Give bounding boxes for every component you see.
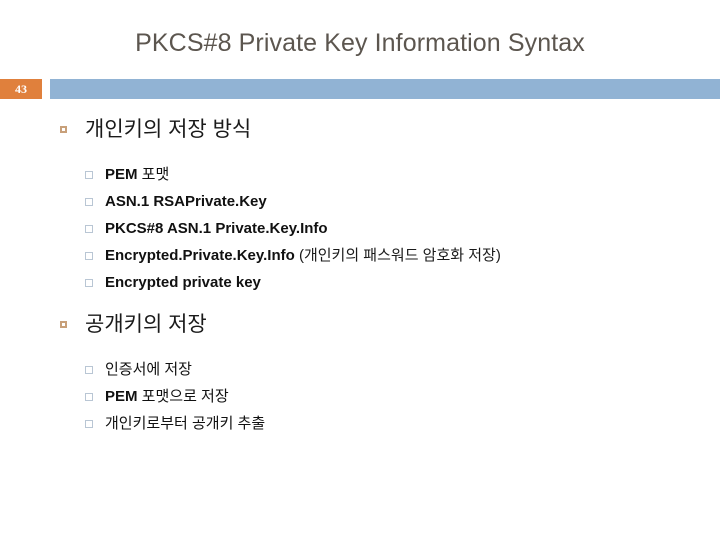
list-item-bold: PEM xyxy=(105,166,138,183)
square-bullet-icon xyxy=(85,393,93,401)
slide-body: 개인키의 저장 방식 PEM 포맷 ASN.1 RSAPrivate.Key P… xyxy=(0,99,720,437)
list-item-text: PEM 포맷으로 저장 xyxy=(105,388,229,405)
list-item-text: 개인키로부터 공개키 추출 xyxy=(105,415,265,432)
list-item: ASN.1 RSAPrivate.Key xyxy=(0,188,720,215)
section-heading-1: 개인키의 저장 방식 xyxy=(0,115,720,145)
square-bullet-icon xyxy=(60,321,67,328)
list-item: 개인키로부터 공개키 추출 xyxy=(0,410,720,437)
square-bullet-icon xyxy=(85,252,93,260)
square-bullet-icon xyxy=(60,126,67,133)
list-item-text: ASN.1 RSAPrivate.Key xyxy=(105,193,267,210)
list-item-regular: 개인키로부터 공개키 추출 xyxy=(105,415,266,432)
list-item-text: PKCS#8 ASN.1 Private.Key.Info xyxy=(105,220,328,237)
list-item-text: Encrypted.Private.Key.Info (개인키의 패스워드 암호… xyxy=(105,247,501,264)
list-item-bold: Encrypted private key xyxy=(105,274,261,291)
list-item-note: (개인키의 패스워드 암호화 저장) xyxy=(294,247,501,264)
section-heading-2: 공개키의 저장 xyxy=(0,310,720,340)
square-bullet-icon xyxy=(85,225,93,233)
list-item-bold: PKCS#8 ASN.1 Private.Key.Info xyxy=(105,220,328,237)
square-bullet-icon xyxy=(85,420,93,428)
list-item: Encrypted private key xyxy=(0,269,720,296)
section-heading-text: 공개키의 저장 xyxy=(85,313,207,336)
list-item: Encrypted.Private.Key.Info (개인키의 패스워드 암호… xyxy=(0,242,720,269)
square-bullet-icon xyxy=(85,198,93,206)
divider-rule xyxy=(50,79,720,99)
list-item: 인증서에 저장 xyxy=(0,356,720,383)
list-item: PKCS#8 ASN.1 Private.Key.Info xyxy=(0,215,720,242)
list-item-bold: Encrypted.Private.Key.Info xyxy=(105,247,295,264)
list-item: PEM 포맷 xyxy=(0,161,720,188)
list-item-regular: 포맷으로 저장 xyxy=(137,388,229,405)
square-bullet-icon xyxy=(85,366,93,374)
list-item-regular: 포맷 xyxy=(137,166,170,183)
title-divider-band: 43 xyxy=(0,79,720,99)
square-bullet-icon xyxy=(85,279,93,287)
list-item-text: PEM 포맷 xyxy=(105,166,169,183)
list-item-text: Encrypted private key xyxy=(105,274,261,291)
list-item-regular: 인증서에 저장 xyxy=(105,361,192,378)
square-bullet-icon xyxy=(85,171,93,179)
list-item: PEM 포맷으로 저장 xyxy=(0,383,720,410)
page-number-badge: 43 xyxy=(0,79,42,99)
page-title: PKCS#8 Private Key Information Syntax xyxy=(135,29,585,57)
list-item-bold: ASN.1 RSAPrivate.Key xyxy=(105,193,267,210)
slide-canvas: PKCS#8 Private Key Information Syntax 43… xyxy=(0,0,720,540)
list-item-bold: PEM xyxy=(105,388,138,405)
page-number-label: 43 xyxy=(15,82,27,96)
section-heading-text: 개인키의 저장 방식 xyxy=(85,118,252,141)
list-item-text: 인증서에 저장 xyxy=(105,361,192,378)
